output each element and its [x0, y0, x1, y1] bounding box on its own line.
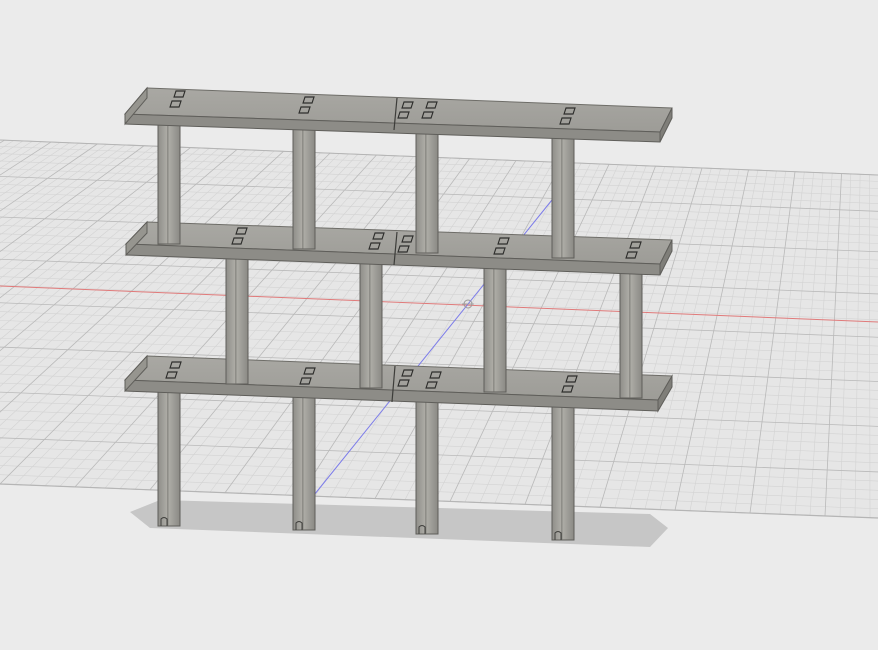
lower-leg-3[interactable] [415, 397, 439, 535]
upper-leg-2[interactable] [292, 123, 316, 250]
middle-leg-4[interactable] [619, 267, 643, 399]
middle-leg-3[interactable] [483, 261, 507, 393]
3d-viewport[interactable] [0, 0, 878, 650]
ground-grid [0, 139, 878, 519]
lower-leg-2[interactable] [292, 393, 316, 531]
middle-leg-1[interactable] [225, 251, 249, 385]
lower-leg-1[interactable] [157, 389, 181, 527]
upper-leg-3[interactable] [415, 129, 439, 254]
upper-leg-1[interactable] [157, 117, 181, 245]
upper-leg-4[interactable] [551, 135, 575, 259]
middle-leg-2[interactable] [359, 257, 383, 389]
lower-leg-4[interactable] [551, 401, 575, 541]
viewport-canvas[interactable] [0, 0, 878, 650]
